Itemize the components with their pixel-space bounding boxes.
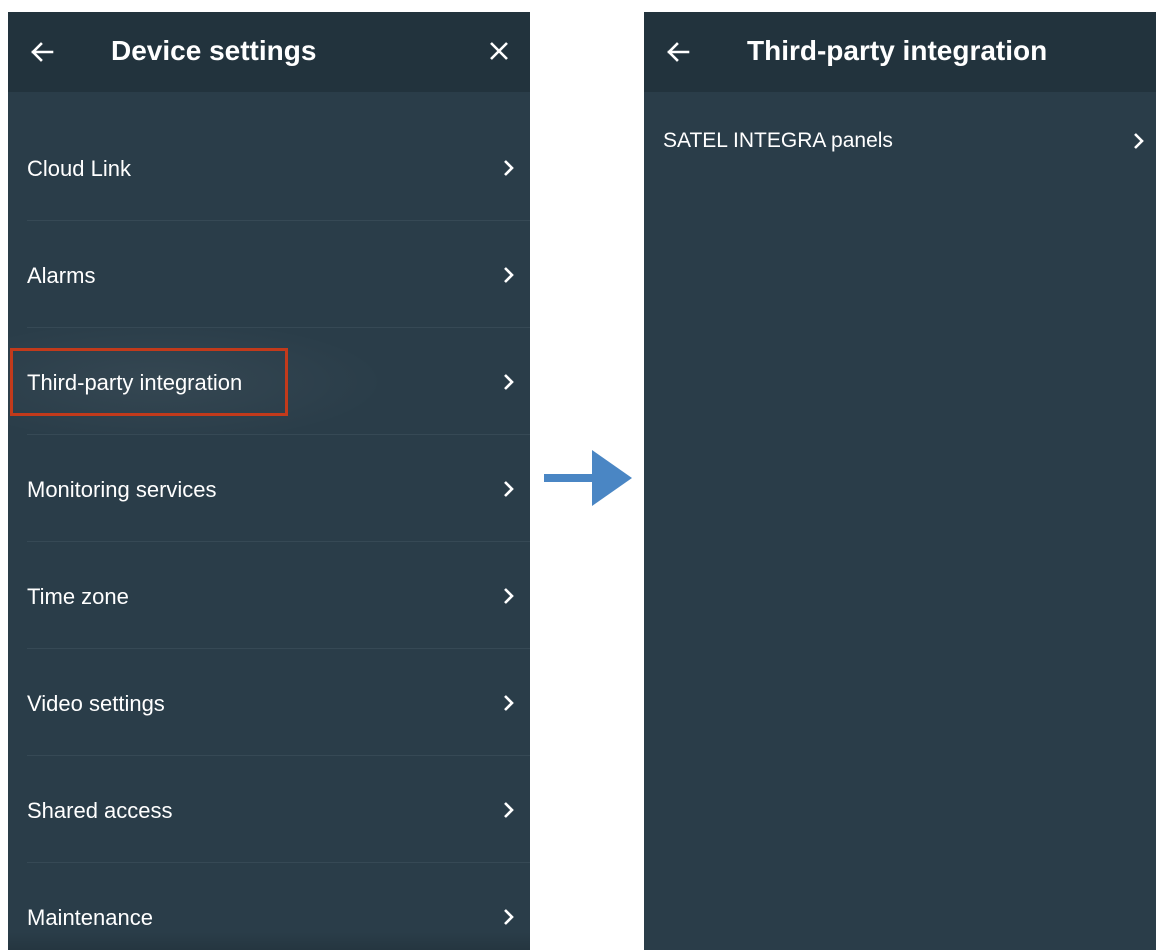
third-party-integration-header: Third-party integration [644,12,1156,92]
chevron-right-icon [504,588,514,604]
chevron-right-icon [504,374,514,390]
arrow-right-icon [544,450,632,506]
chevron-right-icon [504,481,514,497]
device-settings-header: Device settings [8,12,530,92]
chevron-right-icon [504,909,514,925]
arrow-left-icon[interactable] [26,36,58,68]
menu-item-third-party-integration[interactable]: Third-party integration [8,328,530,435]
chevron-right-icon [504,267,514,283]
menu-item-label: Video settings [27,691,165,716]
page-title: Third-party integration [747,35,1048,66]
menu-item-time-zone[interactable]: Time zone [8,542,530,649]
menu-item-monitoring-services[interactable]: Monitoring services [8,435,530,542]
page-title: Device settings [111,35,317,66]
menu-item-shared-access[interactable]: Shared access [8,756,530,863]
menu-item-label: Monitoring services [27,477,217,502]
third-party-integration-screen: Third-party integration SATEL INTEGRA pa… [644,12,1156,950]
chevron-right-icon [1134,133,1144,149]
menu-item-label: Cloud Link [27,156,131,181]
menu-item-satel-integra-panels[interactable]: SATEL INTEGRA panels [644,114,1156,170]
menu-item-cloud-link[interactable]: Cloud Link [8,114,530,221]
bottom-fade [8,932,530,950]
chevron-right-icon [504,695,514,711]
menu-item-label: Time zone [27,584,129,609]
chevron-right-icon [504,160,514,176]
menu-item-label: Third-party integration [27,370,243,395]
menu-item-video-settings[interactable]: Video settings [8,649,530,756]
settings-menu: Cloud Link Alarms Third-party integratio… [8,114,530,950]
close-icon[interactable] [484,36,514,66]
chevron-right-icon [504,802,514,818]
menu-item-label: SATEL INTEGRA panels [663,129,893,152]
menu-item-label: Alarms [27,263,96,288]
device-settings-screen: Device settings Cloud Link Alarms Third-… [8,12,530,950]
menu-item-alarms[interactable]: Alarms [8,221,530,328]
arrow-left-icon[interactable] [662,36,694,68]
menu-item-label: Maintenance [27,905,153,930]
menu-item-label: Shared access [27,798,173,823]
